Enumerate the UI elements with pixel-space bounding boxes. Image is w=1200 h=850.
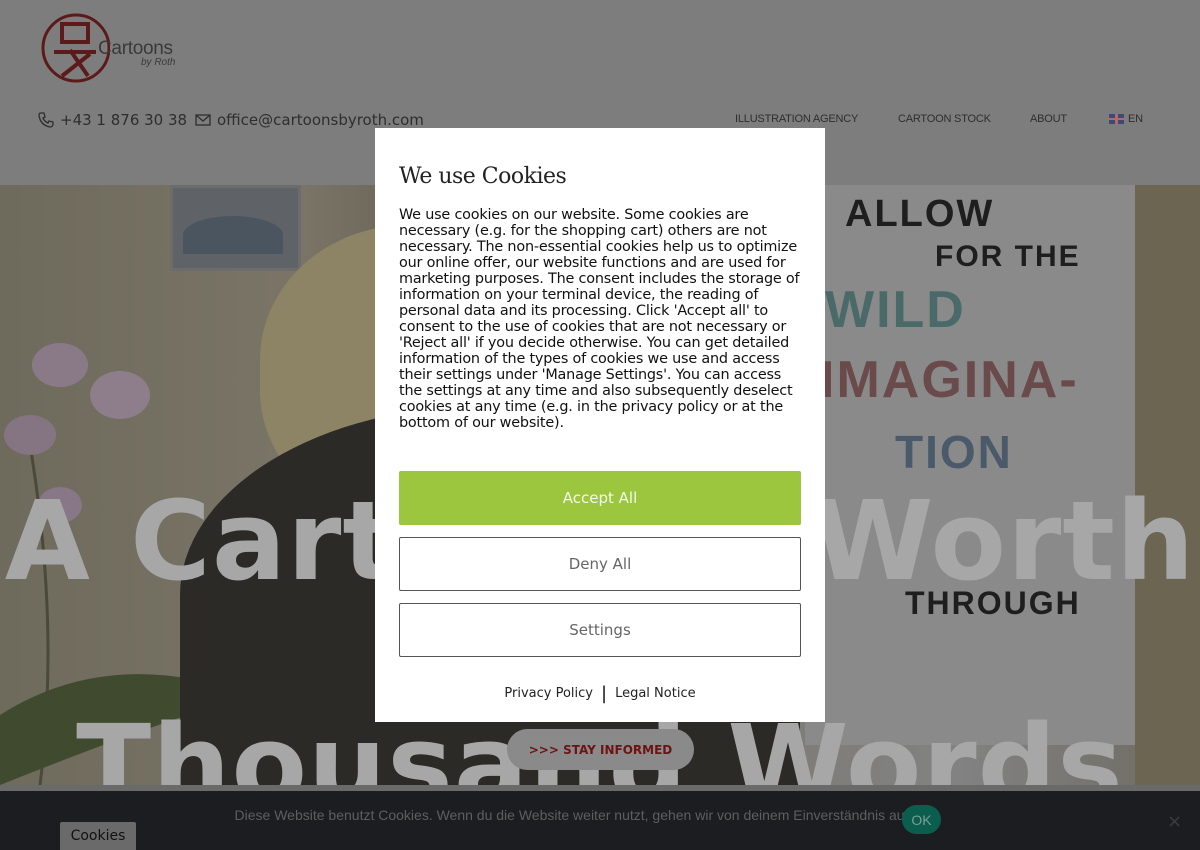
dialog-body-text: We use cookies on our website. Some cook… — [399, 207, 800, 431]
phone-icon — [38, 112, 54, 128]
cookie-ok-button[interactable]: OK — [902, 805, 941, 834]
nav-illustration-agency[interactable]: ILLUSTRATION AGENCY — [735, 113, 858, 125]
envelope-icon — [195, 114, 211, 126]
email-contact[interactable]: office@cartoonsbyroth.com — [195, 111, 424, 129]
privacy-policy-link[interactable]: Privacy Policy — [504, 686, 593, 701]
cookie-consent-dialog: We use Cookies We use cookies on our web… — [375, 128, 825, 722]
nav-cartoon-stock[interactable]: CARTOON STOCK — [898, 113, 991, 125]
close-icon[interactable]: × — [1167, 811, 1182, 832]
cookie-notice-bar: Diese Website benutzt Cookies. Wenn du d… — [0, 791, 1200, 850]
link-separator: | — [601, 683, 608, 704]
dialog-title: We use Cookies — [399, 164, 567, 189]
settings-button[interactable]: Settings — [399, 603, 801, 657]
board-word: WILD — [825, 281, 966, 339]
legal-notice-link[interactable]: Legal Notice — [615, 686, 696, 701]
board-word: TION — [895, 426, 1013, 478]
cookie-notice-text: Diese Website benutzt Cookies. Wenn du d… — [234, 807, 916, 823]
dialog-footer-links: Privacy Policy | Legal Notice — [375, 683, 825, 704]
email-address: office@cartoonsbyroth.com — [217, 111, 424, 129]
stay-informed-button[interactable]: >>> STAY INFORMED — [507, 729, 694, 770]
board-word: ALLOW — [845, 193, 995, 235]
logo-subtext: by Roth — [141, 57, 176, 68]
uk-flag-icon — [1109, 114, 1124, 124]
phone-contact[interactable]: +43 1 876 30 38 — [38, 111, 187, 129]
board-word: FOR THE — [935, 240, 1081, 273]
deny-all-button[interactable]: Deny All — [399, 537, 801, 591]
language-label: EN — [1128, 113, 1143, 125]
accept-all-button[interactable]: Accept All — [399, 471, 801, 525]
board-word: IMAGINA- — [820, 351, 1079, 409]
nav-about[interactable]: ABOUT — [1030, 113, 1067, 125]
language-switcher[interactable]: EN — [1109, 113, 1143, 125]
cookies-settings-tab[interactable]: Cookies — [60, 822, 136, 850]
phone-number: +43 1 876 30 38 — [60, 111, 188, 129]
